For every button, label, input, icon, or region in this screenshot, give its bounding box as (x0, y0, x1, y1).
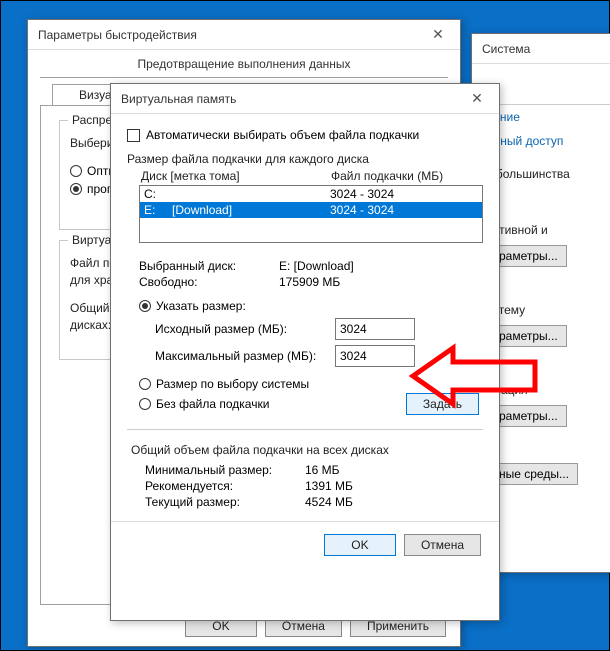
auto-manage-label: Автоматически выбирать объем файла подка… (146, 128, 419, 142)
vm-title: Виртуальная память (121, 92, 236, 106)
radio-icon (139, 378, 151, 390)
drive-row[interactable]: E: [Download] 3024 - 3024 (140, 202, 482, 218)
radio-no-paging[interactable]: Без файла подкачки (139, 397, 406, 411)
radio-icon (139, 398, 151, 410)
radio-icon (139, 300, 151, 312)
cur-value: 4524 МБ (305, 495, 353, 509)
side-text: рмация (486, 383, 610, 397)
params-button[interactable]: раметры... (490, 405, 567, 427)
close-icon[interactable]: ✕ (463, 88, 491, 110)
col-pf: Файл подкачки (МБ) (331, 169, 443, 183)
min-value: 16 МБ (305, 463, 340, 477)
system-title: Система (482, 42, 530, 56)
close-icon[interactable]: ✕ (424, 24, 452, 46)
max-size-label: Максимальный размер (МБ): (155, 349, 335, 363)
col-disk: Диск [метка тома] (141, 169, 331, 183)
side-text: истему (486, 303, 610, 317)
selected-drive-value: E: [Download] (279, 259, 354, 273)
set-button[interactable]: Задать (406, 393, 479, 415)
ok-button[interactable]: OK (324, 534, 396, 556)
free-label: Свободно: (139, 275, 279, 289)
vm-window: Виртуальная память ✕ Автоматически выбир… (110, 83, 500, 621)
side-text: я большинства (486, 167, 610, 181)
env-button[interactable]: ные среды... (490, 463, 578, 485)
radio-system-managed[interactable]: Размер по выбору системы (139, 377, 483, 391)
initial-size-label: Исходный размер (МБ): (155, 322, 335, 336)
disk-group-label: Размер файла подкачки для каждого диска (127, 152, 483, 166)
radio-custom-size[interactable]: Указать размер: (139, 299, 483, 313)
selected-drive-label: Выбранный диск: (139, 259, 279, 273)
params-button[interactable]: раметры... (490, 245, 567, 267)
cur-label: Текущий размер: (145, 495, 305, 509)
drive-list[interactable]: C: 3024 - 3024 E: [Download] 3024 - 3024 (139, 185, 483, 243)
min-label: Минимальный размер: (145, 463, 305, 477)
side-text: ративной и (486, 223, 610, 237)
cancel-button[interactable]: Отмена (404, 534, 481, 556)
perf-title: Параметры быстродействия (38, 28, 197, 42)
perf-titlebar: Параметры быстродействия ✕ (28, 20, 460, 50)
vm-titlebar: Виртуальная память ✕ (111, 84, 499, 114)
max-size-input[interactable] (335, 345, 415, 367)
initial-size-input[interactable] (335, 318, 415, 340)
rec-label: Рекомендуется: (145, 479, 305, 493)
drive-row[interactable]: C: 3024 - 3024 (140, 186, 482, 202)
auto-manage-checkbox[interactable]: Автоматически выбирать объем файла подка… (127, 128, 483, 142)
system-titlebar: Система ✕ (472, 34, 610, 64)
params-button[interactable]: раметры... (490, 325, 567, 347)
dep-header: Предотвращение выполнения данных (40, 50, 448, 78)
checkbox-icon (127, 129, 140, 142)
rec-value: 1391 МБ (305, 479, 353, 493)
free-value: 175909 МБ (279, 275, 340, 289)
total-label: Общий объем файла подкачки на всех диска… (131, 443, 483, 457)
